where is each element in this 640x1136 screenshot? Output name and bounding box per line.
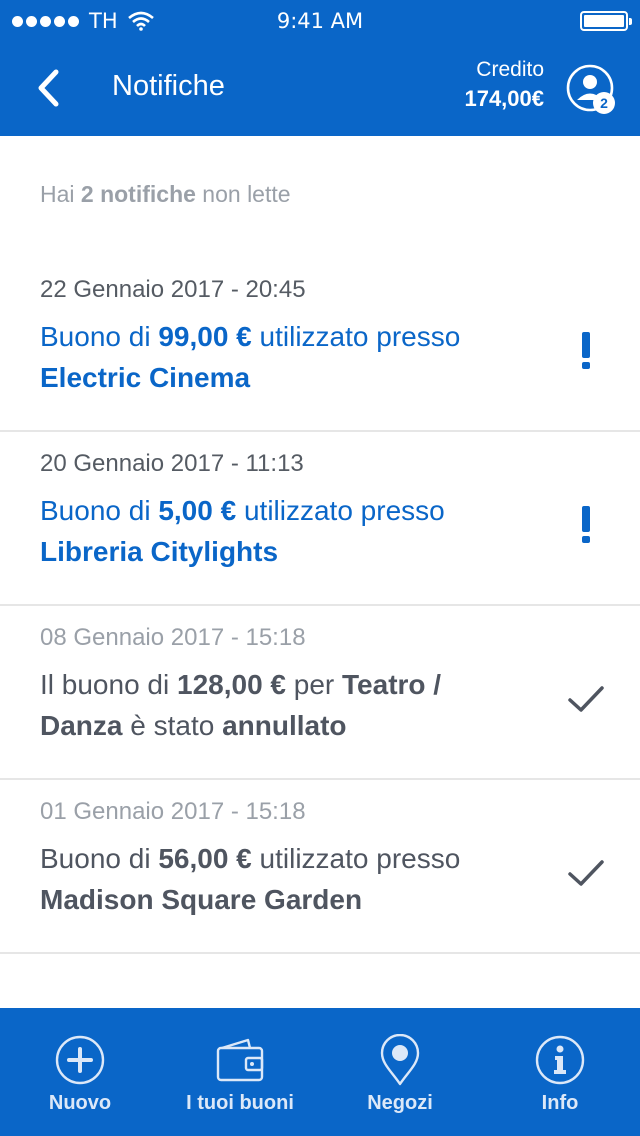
tab-label: I tuoi buoni — [186, 1092, 294, 1114]
status-time: 9:41 AM — [276, 9, 364, 33]
user-profile-icon: 2 — [566, 64, 615, 114]
tab-negozi[interactable]: Negozi — [320, 1008, 480, 1136]
nav-bar: Notifiche Credito 174,00€ 2 — [0, 40, 640, 136]
checkmark-icon — [568, 860, 604, 886]
unread-summary: Hai 2 notifiche non lette — [40, 181, 291, 207]
credit-label: Credito — [476, 58, 544, 81]
tab-bar: Nuovo I tuoi buoni Negozi Info — [0, 1008, 640, 1136]
exclamation-icon — [582, 332, 590, 369]
tab-i-tuoi-buoni[interactable]: I tuoi buoni — [160, 1008, 320, 1136]
unread-count: 2 notifiche — [80, 181, 196, 207]
notifications-list: Hai 2 notifiche non lette 22 Gennaio 201… — [0, 136, 640, 1008]
back-button[interactable] — [28, 64, 76, 112]
notification-date: 08 Gennaio 2017 - 15:18 — [40, 624, 306, 651]
map-pin-icon — [380, 1034, 420, 1086]
notification-date: 22 Gennaio 2017 - 20:45 — [40, 276, 306, 303]
notification-item[interactable]: 08 Gennaio 2017 - 15:18 Il buono di 128,… — [0, 606, 640, 780]
info-circle-icon — [535, 1035, 585, 1085]
status-bar: TH 9:41 AM — [0, 0, 640, 40]
battery-icon — [580, 11, 632, 31]
chevron-left-icon — [38, 69, 59, 107]
profile-badge-count: 2 — [600, 95, 608, 111]
page-title: Notifiche — [112, 70, 225, 102]
tab-info[interactable]: Info — [480, 1008, 640, 1136]
notification-message: Buono di 99,00 € utilizzato presso Elect… — [40, 321, 461, 393]
tab-nuovo[interactable]: Nuovo — [0, 1008, 160, 1136]
notification-message: Buono di 5,00 € utilizzato presso Librer… — [40, 495, 445, 567]
notification-item[interactable]: 01 Gennaio 2017 - 15:18 Buono di 56,00 €… — [0, 780, 640, 954]
notification-item[interactable]: 20 Gennaio 2017 - 11:13 Buono di 5,00 € … — [0, 432, 640, 606]
checkmark-icon — [568, 686, 604, 712]
notification-message: Buono di 56,00 € utilizzato presso Madis… — [40, 843, 461, 915]
wallet-icon — [216, 1038, 264, 1082]
credit-value: 174,00€ — [464, 86, 544, 111]
notification-message: Il buono di 128,00 € per Teatro / Danza … — [40, 669, 442, 741]
tab-label: Info — [541, 1092, 579, 1114]
profile-button[interactable]: 2 — [566, 64, 618, 116]
notification-date: 01 Gennaio 2017 - 15:18 — [40, 798, 306, 825]
credit-display: Credito 174,00€ — [464, 58, 544, 112]
plus-circle-icon — [55, 1035, 105, 1085]
notification-date: 20 Gennaio 2017 - 11:13 — [40, 450, 304, 477]
tab-label: Nuovo — [48, 1092, 112, 1114]
tab-label: Negozi — [367, 1092, 433, 1114]
exclamation-icon — [582, 506, 590, 543]
notification-item[interactable]: 22 Gennaio 2017 - 20:45 Buono di 99,00 €… — [0, 258, 640, 432]
